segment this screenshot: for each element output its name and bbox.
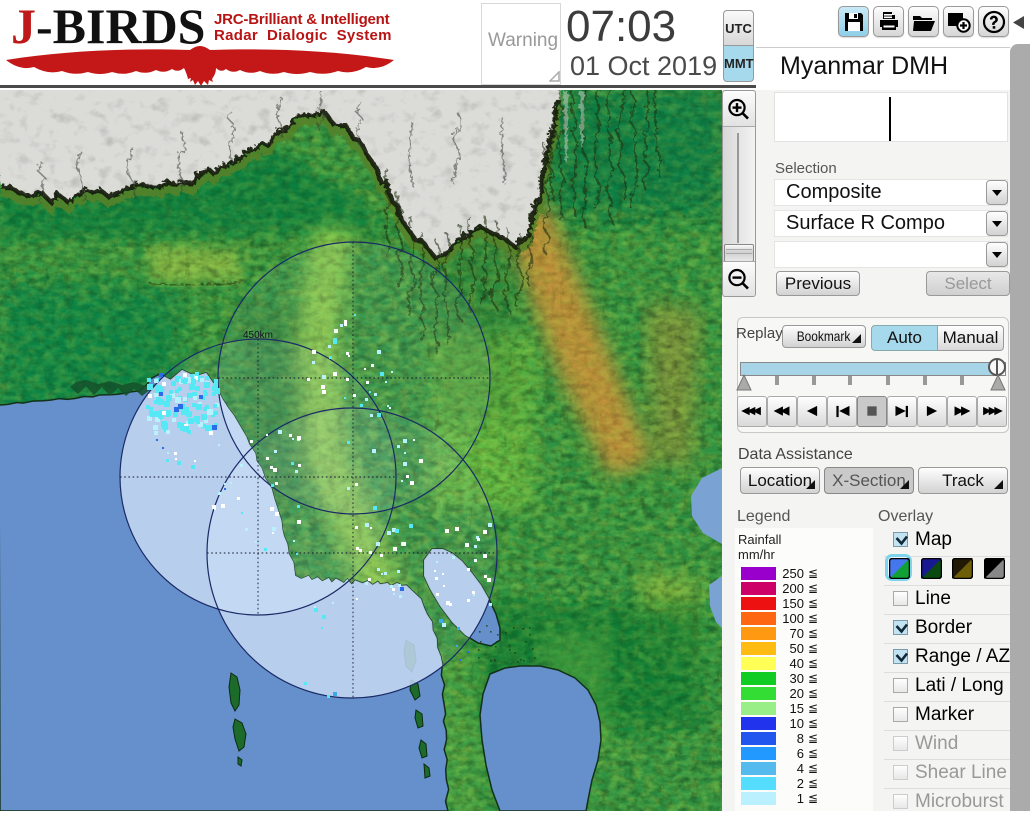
svg-text:450km: 450km bbox=[243, 330, 273, 341]
